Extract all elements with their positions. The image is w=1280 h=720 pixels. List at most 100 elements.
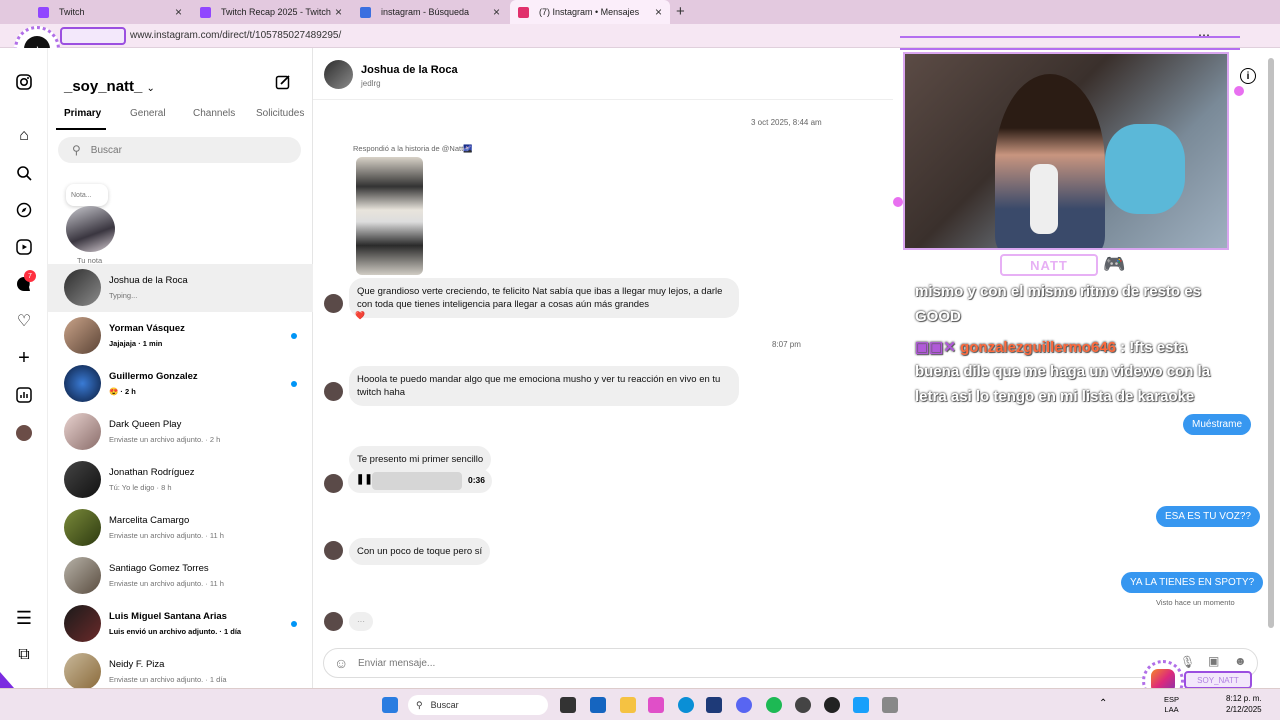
conversation-item[interactable]: Marcelita Camargo Enviaste un archivo ad…	[48, 504, 313, 552]
mic-icon[interactable]: 🎙	[1180, 655, 1195, 669]
scrollbar[interactable]	[1268, 58, 1274, 628]
inbox-panel: _soy_natt_ ⌄ Primary General Channels So…	[48, 48, 313, 690]
windows-start-icon[interactable]	[382, 697, 398, 713]
compose-icon[interactable]	[275, 74, 293, 92]
sticker-icon[interactable]: ☻	[1234, 654, 1247, 668]
note-avatar[interactable]	[66, 206, 115, 252]
url-field[interactable]: www.instagram.com/direct/t/1057850274892…	[130, 30, 341, 41]
discord-icon[interactable]	[736, 697, 752, 713]
tab-primary[interactable]: Primary	[64, 108, 101, 119]
contact-avatar[interactable]	[324, 60, 353, 89]
tab-label: Twitch Recap 2025 - Twitch	[221, 7, 331, 17]
tab-channels[interactable]: Channels	[193, 108, 235, 119]
home-icon[interactable]: ⌂	[14, 126, 34, 146]
emoji-icon[interactable]: ☺	[334, 655, 348, 671]
conversation-name: Marcelita Camargo	[109, 515, 190, 526]
tab-instagram[interactable]: (7) Instagram • Mensajes ×	[510, 0, 670, 24]
store-icon[interactable]	[706, 697, 722, 713]
conversation-item[interactable]: Guillermo Gonzalez 😍 · 2 h	[48, 360, 313, 408]
close-icon[interactable]: ×	[175, 5, 182, 19]
overlay-badge: SOY_NATT	[1184, 671, 1252, 689]
message-input[interactable]: ☺ Enviar mensaje... 🎙 ▣ ☻	[323, 648, 1258, 678]
taskbar-search[interactable]: ⚲ Buscar	[408, 695, 548, 715]
overlay-dot	[1234, 86, 1244, 96]
audio-message[interactable]: ❚❚ 0:36	[348, 469, 492, 493]
tab-search[interactable]: instagram - Búsqueda ×	[352, 0, 508, 24]
app-icon[interactable]	[853, 697, 869, 713]
typing-indicator: ···	[349, 612, 373, 631]
messages-icon[interactable]: 7	[14, 270, 36, 294]
chevron-up-icon[interactable]: ⌃	[1099, 698, 1107, 709]
tab-requests[interactable]: Solicitudes	[256, 108, 304, 119]
explore-icon[interactable]	[14, 200, 34, 220]
app-icon[interactable]	[882, 697, 898, 713]
reels-icon[interactable]	[14, 237, 34, 257]
spotify-icon[interactable]	[766, 697, 782, 713]
pause-icon[interactable]: ❚❚	[356, 474, 373, 485]
stream-chat-line: letra asi lo tengo en mi lista de karaok…	[915, 388, 1195, 405]
tab-twitch-recap[interactable]: Twitch Recap 2025 - Twitch ×	[192, 0, 350, 24]
conversation-item[interactable]: Yorman Vásquez Jajajaja · 1 min	[48, 312, 313, 360]
avatar	[64, 317, 101, 354]
search-icon: ⚲	[416, 699, 423, 710]
message-reaction: ❤️	[355, 311, 365, 320]
twitch-icon	[38, 6, 49, 18]
conversation-item[interactable]: Dark Queen Play Enviaste un archivo adju…	[48, 408, 313, 456]
copilot-icon[interactable]	[648, 697, 664, 713]
tab-general[interactable]: General	[130, 108, 166, 119]
conversation-preview: Luis envió un archivo adjunto. · 1 día	[109, 627, 242, 636]
language-indicator[interactable]: ESP LAA	[1164, 695, 1179, 715]
taskbar: ⚲ Buscar ⌃ ESP LAA 8:12 p. m. 2/12/2025	[0, 688, 1280, 720]
avatar	[64, 605, 101, 642]
image-icon[interactable]: ▣	[1208, 654, 1219, 668]
stream-chat-line: GOOD	[915, 308, 961, 325]
overlay-dot	[893, 197, 903, 207]
folder-icon[interactable]	[620, 697, 636, 713]
sender-avatar	[324, 541, 343, 560]
conversation-item[interactable]: Santiago Gomez Torres Enviaste un archiv…	[48, 552, 313, 600]
close-icon[interactable]: ×	[655, 5, 662, 19]
heart-icon[interactable]: ♡	[14, 311, 34, 331]
conversation-item[interactable]: Luis Miguel Santana Arias Luis envió un …	[48, 600, 313, 648]
conversation-name: Neidy F. Piza	[109, 659, 165, 670]
apps-icon[interactable]: ⧉	[14, 645, 34, 665]
dashboard-icon[interactable]	[14, 385, 34, 405]
menu-icon[interactable]: ☰	[14, 608, 34, 628]
avatar	[64, 509, 101, 546]
obs-icon[interactable]	[824, 697, 840, 713]
contact-handle: jedlrg	[361, 79, 381, 88]
info-icon[interactable]: i	[1240, 68, 1256, 84]
audio-waveform[interactable]	[372, 472, 462, 490]
conversation-item[interactable]: Jonathan Rodríguez Tú: Yo le digo · 8 h	[48, 456, 313, 504]
app-icon[interactable]	[560, 697, 576, 713]
profile-avatar-icon[interactable]	[14, 423, 34, 443]
account-switcher[interactable]: _soy_natt_ ⌄	[64, 78, 155, 95]
seen-status: Visto hace un momento	[1156, 598, 1235, 607]
create-icon[interactable]: +	[14, 347, 34, 369]
conversation-item[interactable]: Joshua de la Roca Typing...	[48, 264, 313, 312]
conversation-name: Guillermo Gonzalez	[109, 371, 198, 382]
close-icon[interactable]: ×	[493, 5, 500, 19]
note-bubble[interactable]: Nota...	[66, 184, 108, 206]
contact-name[interactable]: Joshua de la Roca	[361, 64, 458, 76]
xbox-icon[interactable]	[795, 697, 811, 713]
conversation-name: Jonathan Rodríguez	[109, 467, 195, 478]
conversation-preview: 😍 · 2 h	[109, 387, 136, 396]
sender-avatar	[324, 294, 343, 313]
search-icon[interactable]	[14, 163, 34, 183]
conversation-preview: Enviaste un archivo adjunto. · 11 h	[109, 579, 224, 588]
story-image[interactable]	[356, 157, 423, 275]
edge-icon[interactable]	[678, 697, 694, 713]
new-tab-button[interactable]: +	[676, 3, 685, 20]
unread-dot	[291, 621, 297, 627]
webcam-overlay	[903, 52, 1229, 250]
search-input[interactable]: ⚲ Buscar	[58, 137, 301, 163]
instagram-logo-icon[interactable]	[14, 72, 34, 92]
tab-twitch[interactable]: Twitch ×	[30, 0, 190, 24]
clock[interactable]: 8:12 p. m. 2/12/2025	[1226, 693, 1262, 715]
close-icon[interactable]: ×	[335, 5, 342, 19]
conversation-preview: Tú: Yo le digo · 8 h	[109, 483, 172, 492]
clock-time: 8:12 p. m.	[1226, 694, 1262, 703]
avatar	[64, 365, 101, 402]
outlook-icon[interactable]	[590, 697, 606, 713]
